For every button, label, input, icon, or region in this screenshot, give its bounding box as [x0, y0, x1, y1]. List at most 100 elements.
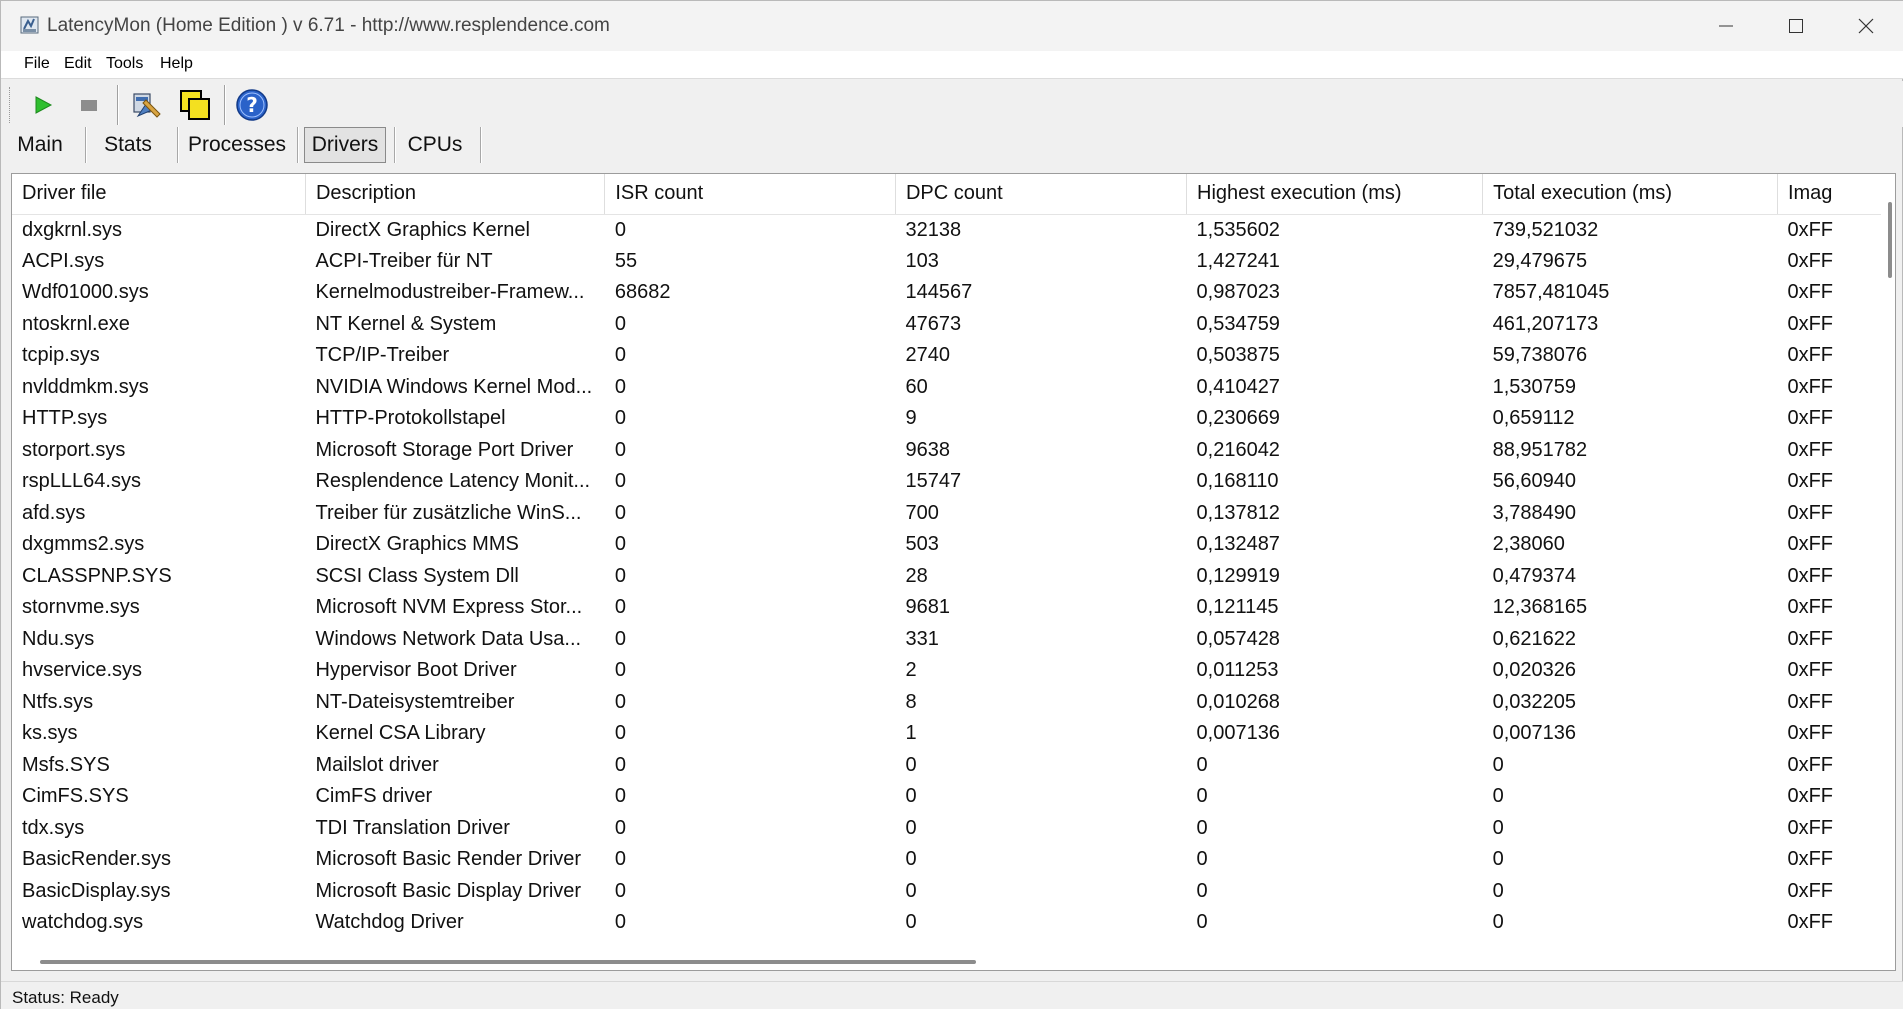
table-row[interactable]: CimFS.SYS CimFS driver 0 0 0 0 0xFF [12, 781, 1895, 813]
table-row[interactable]: dxgkrnl.sys DirectX Graphics Kernel 0 32138… [12, 214, 1895, 246]
column-header-image-base[interactable]: Imag [1777, 174, 1895, 215]
title-bar[interactable]: LatencyMon (Home Edition ) v 6.71 - http… [1, 1, 1903, 51]
tab-stats[interactable]: Stats [93, 127, 163, 163]
vertical-scrollbar[interactable] [1881, 174, 1895, 970]
column-header-description[interactable]: Description [305, 174, 606, 215]
column-header-highest-execution[interactable]: Highest execution (ms) [1186, 174, 1484, 215]
table-row[interactable]: watchdog.sys Watchdog Driver 0 0 0 0 0xFF [12, 907, 1895, 939]
column-header-dpc-count[interactable]: DPC count [895, 174, 1188, 215]
total-execution-cell: 88,951782 [1492, 438, 1588, 461]
table-row[interactable]: tdx.sys TDI Translation Driver 0 0 0 0 0xFF [12, 813, 1895, 845]
horizontal-scrollbar[interactable] [12, 952, 1895, 970]
isr-count-cell: 0 [614, 722, 626, 745]
dpc-count-cell: 9681 [905, 596, 950, 619]
copy-button[interactable] [177, 87, 213, 123]
toolbar-grip[interactable] [9, 87, 13, 123]
description-cell: Kernel CSA Library [315, 722, 486, 745]
window-title: LatencyMon (Home Edition ) v 6.71 - http… [47, 15, 610, 36]
table-row[interactable]: Msfs.SYS Mailslot driver 0 0 0 0 0xFF [12, 750, 1895, 782]
help-icon: ? [236, 89, 268, 121]
table-row[interactable]: rspLLL64.sys Resplendence Latency Monit..… [12, 466, 1895, 498]
menu-file[interactable]: File [24, 55, 50, 73]
column-header-driver-file[interactable]: Driver file [12, 174, 306, 215]
column-header-isr-count[interactable]: ISR count [604, 174, 896, 215]
total-execution-cell: 0,621622 [1492, 627, 1576, 650]
table-row[interactable]: BasicRender.sys Microsoft Basic Render Dr… [12, 844, 1895, 876]
dpc-count-cell: 2 [905, 659, 917, 682]
tools-button[interactable] [129, 87, 165, 123]
menu-tools[interactable]: Tools [106, 55, 143, 73]
table-row[interactable]: HTTP.sys HTTP-Protokollstapel 0 9 0,230669 0,… [12, 403, 1895, 435]
table-row[interactable]: ACPI.sys ACPI-Treiber für NT 55 103 1,427241… [12, 246, 1895, 278]
total-execution-cell: 2,38060 [1492, 533, 1565, 556]
minimize-icon [1719, 25, 1733, 27]
total-execution-cell: 461,207173 [1492, 312, 1599, 335]
menu-help[interactable]: Help [160, 55, 193, 73]
highest-execution-cell: 0,137812 [1196, 501, 1280, 524]
table-row[interactable]: Ntfs.sys NT-Dateisystemtreiber 0 8 0,010268 0… [12, 687, 1895, 719]
tab-main[interactable]: Main [9, 127, 71, 163]
isr-count-cell: 0 [614, 596, 626, 619]
horizontal-scroll-thumb[interactable] [40, 960, 976, 964]
image-base-cell: 0xFF [1787, 785, 1834, 808]
minimize-button[interactable] [1691, 1, 1761, 51]
description-cell: HTTP-Protokollstapel [315, 407, 506, 430]
total-execution-cell: 0,032205 [1492, 690, 1576, 713]
image-base-cell: 0xFF [1787, 690, 1834, 713]
stop-button[interactable] [71, 87, 107, 123]
description-cell: NT Kernel & System [315, 312, 497, 335]
description-cell: NT-Dateisystemtreiber [315, 690, 515, 713]
table-row[interactable]: ks.sys Kernel CSA Library 0 1 0,007136 0,0071… [12, 718, 1895, 750]
table-row[interactable]: Wdf01000.sys Kernelmodustreiber-Framew...… [12, 277, 1895, 309]
column-header-total-execution[interactable]: Total execution (ms) [1482, 174, 1778, 215]
vertical-scroll-thumb[interactable] [1888, 202, 1892, 278]
tab-label: Drivers [311, 133, 379, 156]
status-text: Status: Ready [12, 988, 119, 1007]
dpc-count-cell: 0 [905, 816, 917, 839]
dpc-count-cell: 60 [905, 375, 928, 398]
driver-file-cell: CLASSPNP.SYS [22, 564, 172, 587]
table-row[interactable]: BasicDisplay.sys Microsoft Basic Display … [12, 876, 1895, 908]
table-header-row: Driver file Description ISR count DPC co… [12, 174, 1895, 215]
table-row[interactable]: hvservice.sys Hypervisor Boot Driver 0 2 0,0… [12, 655, 1895, 687]
dpc-count-cell: 32138 [905, 218, 962, 241]
isr-count-cell: 0 [614, 375, 626, 398]
highest-execution-cell: 1,535602 [1196, 218, 1280, 241]
isr-count-cell: 0 [614, 848, 626, 871]
tab-processes[interactable]: Processes [184, 127, 290, 163]
dpc-count-cell: 503 [905, 533, 939, 556]
total-execution-cell: 0 [1492, 848, 1504, 871]
image-base-cell: 0xFF [1787, 816, 1834, 839]
tab-label: Stats [104, 133, 152, 156]
menu-edit[interactable]: Edit [64, 55, 92, 73]
tab-label: Processes [187, 133, 287, 156]
dpc-count-cell: 700 [905, 501, 939, 524]
isr-count-cell: 0 [614, 690, 626, 713]
description-cell: Hypervisor Boot Driver [315, 659, 517, 682]
table-row[interactable]: nvlddmkm.sys NVIDIA Windows Kernel Mod...… [12, 372, 1895, 404]
table-row[interactable]: CLASSPNP.SYS SCSI Class System Dll 0 28 0,12… [12, 561, 1895, 593]
table-row[interactable]: afd.sys Treiber für zusätzliche WinS... 0 7… [12, 498, 1895, 530]
close-icon [1858, 18, 1874, 34]
table-row[interactable]: dxgmms2.sys DirectX Graphics MMS 0 503 0,132… [12, 529, 1895, 561]
driver-file-cell: BasicDisplay.sys [22, 879, 171, 902]
isr-count-cell: 55 [614, 249, 638, 272]
table-row[interactable]: stornvme.sys Microsoft NVM Express Stor..… [12, 592, 1895, 624]
tab-cpus[interactable]: CPUs [401, 127, 469, 163]
tab-drivers[interactable]: Drivers [304, 127, 386, 163]
description-cell: CimFS driver [315, 785, 433, 808]
table-row[interactable]: tcpip.sys TCP/IP-Treiber 0 2740 0,503875 59,7… [12, 340, 1895, 372]
isr-count-cell: 0 [614, 785, 626, 808]
maximize-button[interactable] [1761, 1, 1831, 51]
description-cell: TDI Translation Driver [315, 816, 510, 839]
image-base-cell: 0xFF [1787, 501, 1834, 524]
help-button[interactable]: ? [234, 87, 270, 123]
table-row[interactable]: ntoskrnl.exe NT Kernel & System 0 47673 0,53… [12, 309, 1895, 341]
table-row[interactable]: storport.sys Microsoft Storage Port Drive… [12, 435, 1895, 467]
isr-count-cell: 0 [614, 659, 626, 682]
driver-file-cell: ks.sys [22, 722, 78, 745]
table-row[interactable]: Ndu.sys Windows Network Data Usa... 0 331 0,… [12, 624, 1895, 656]
start-button[interactable] [25, 87, 61, 123]
description-cell: DirectX Graphics MMS [315, 533, 519, 556]
close-button[interactable] [1831, 1, 1901, 51]
